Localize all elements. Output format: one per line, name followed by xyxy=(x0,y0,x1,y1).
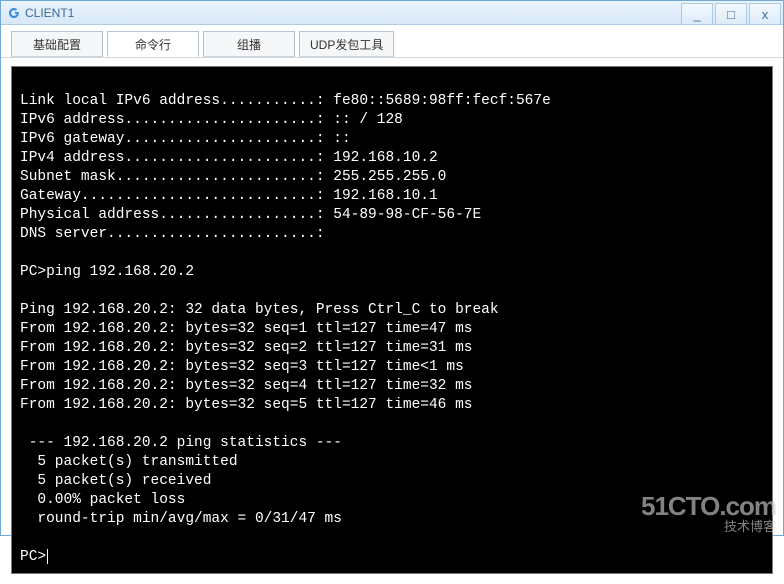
maximize-button[interactable]: □ xyxy=(715,3,747,24)
terminal[interactable]: Link local IPv6 address...........: fe80… xyxy=(11,66,773,574)
tabbar: 基础配置 命令行 组播 UDP发包工具 xyxy=(1,25,783,58)
tab-label: 基础配置 xyxy=(33,36,81,53)
tab-label: UDP发包工具 xyxy=(310,36,383,53)
close-button[interactable]: x xyxy=(749,3,781,24)
tab-udp-tool[interactable]: UDP发包工具 xyxy=(299,31,394,57)
window-title: CLIENT1 xyxy=(25,6,74,20)
minimize-button[interactable]: _ xyxy=(681,3,713,24)
maximize-icon: □ xyxy=(727,7,735,22)
terminal-container: Link local IPv6 address...........: fe80… xyxy=(1,58,783,584)
tab-label: 命令行 xyxy=(135,36,171,53)
window-controls: _ □ x xyxy=(681,1,783,24)
titlebar: CLIENT1 _ □ x xyxy=(1,1,783,25)
tab-label: 组播 xyxy=(237,36,261,53)
tab-command-line[interactable]: 命令行 xyxy=(107,31,199,57)
close-icon: x xyxy=(762,7,769,22)
tab-basic-config[interactable]: 基础配置 xyxy=(11,31,103,57)
cursor xyxy=(47,549,48,564)
minimize-icon: _ xyxy=(693,7,700,22)
app-icon xyxy=(7,6,21,20)
tab-multicast[interactable]: 组播 xyxy=(203,31,295,57)
app-window: CLIENT1 _ □ x 基础配置 命令行 组播 UDP发包工具 Link l… xyxy=(0,0,784,536)
titlebar-left: CLIENT1 xyxy=(7,6,74,20)
